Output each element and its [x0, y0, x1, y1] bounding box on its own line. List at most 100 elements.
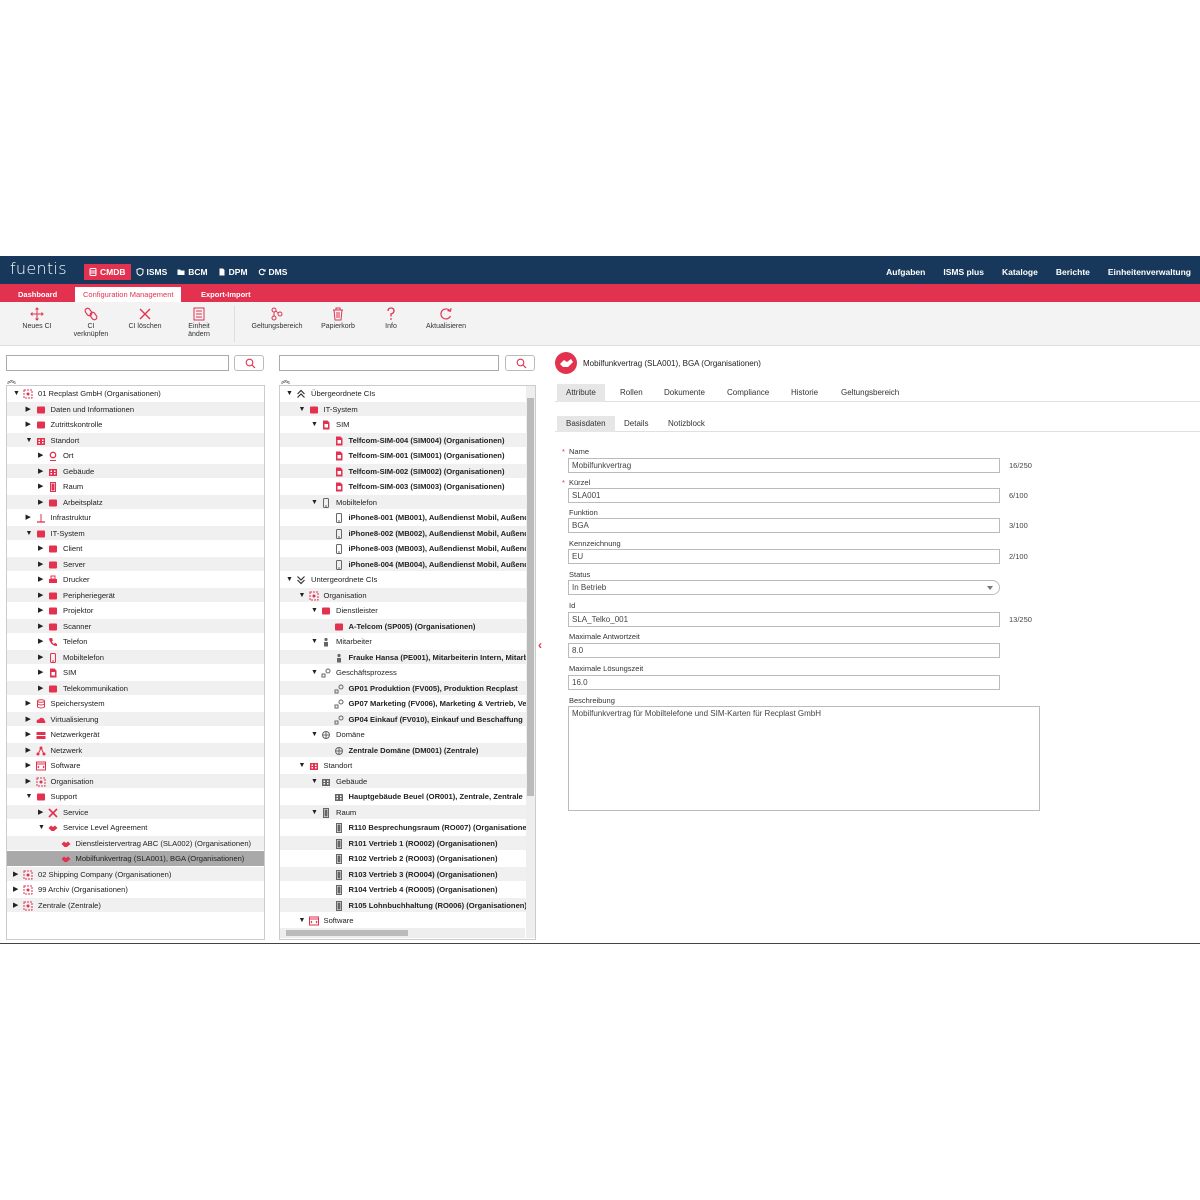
tab-historie[interactable]: Historie — [782, 384, 827, 402]
tree-row[interactable]: GP04 Einkauf (FV010), Einkauf und Bescha… — [280, 711, 535, 727]
tree-row[interactable]: ▶ Scanner — [7, 618, 264, 634]
tree-row[interactable]: ▼ Standort — [280, 758, 535, 774]
tree-row[interactable]: ▶ Netzwerk — [7, 742, 264, 758]
expand-arrow-icon[interactable]: ▼ — [311, 774, 318, 789]
tree-row[interactable]: ▼ Support — [7, 789, 264, 805]
tree-row[interactable]: iPhone8-004 (MB004), Außendienst Mobil, … — [280, 556, 535, 572]
status-select[interactable]: In Betrieb — [568, 580, 1000, 595]
tree-row[interactable]: ▶ Telefon — [7, 634, 264, 650]
middle-tree-horizontal-scrollbar[interactable] — [280, 928, 525, 938]
expand-arrow-icon[interactable]: ▼ — [26, 526, 33, 541]
tree-row[interactable]: ▶ Peripheriegerät — [7, 587, 264, 603]
id-field[interactable]: SLA_Telko_001 — [568, 612, 1000, 627]
collapse-arrow-icon[interactable]: ▶ — [38, 603, 43, 618]
module-dms[interactable]: DMS — [253, 264, 293, 280]
subtab-basisdaten[interactable]: Basisdaten — [557, 416, 615, 432]
expand-arrow-icon[interactable]: ▼ — [38, 820, 45, 835]
tab-dashboard[interactable]: Dashboard — [10, 287, 65, 302]
expand-arrow-icon[interactable]: ▼ — [311, 634, 318, 649]
tree-row[interactable]: GP01 Produktion (FV005), Produktion Recp… — [280, 680, 535, 696]
expand-arrow-icon[interactable]: ▼ — [311, 805, 318, 820]
tree-row[interactable]: ▶ SIM — [7, 665, 264, 681]
tree-row[interactable]: Telfcom-SIM-004 (SIM004) (Organisationen… — [280, 432, 535, 448]
tree-row[interactable]: ▶ Zentrale (Zentrale) — [7, 897, 264, 913]
tree-row[interactable]: iPhone8-003 (MB003), Außendienst Mobil, … — [280, 541, 535, 557]
collapse-arrow-icon[interactable]: ▶ — [13, 882, 18, 897]
expand-arrow-icon[interactable]: ▼ — [311, 603, 318, 618]
expand-arrow-icon[interactable]: ▼ — [311, 665, 318, 680]
collapse-arrow-icon[interactable]: ▶ — [38, 464, 43, 479]
module-dpm[interactable]: DPM — [213, 264, 253, 280]
collapse-arrow-icon[interactable]: ▶ — [38, 665, 43, 680]
collapse-arrow-icon[interactable]: ▶ — [26, 402, 31, 417]
tree-row[interactable]: GP07 Marketing (FV006), Marketing & Vert… — [280, 696, 535, 712]
expand-arrow-icon[interactable]: ▼ — [26, 789, 33, 804]
tree-row[interactable]: ▶ Telekommunikation — [7, 680, 264, 696]
expand-arrow-icon[interactable]: ▼ — [299, 758, 306, 773]
subtab-notizblock[interactable]: Notizblock — [659, 416, 714, 432]
tree-row[interactable]: Zentrale Domäne (DM001) (Zentrale) — [280, 742, 535, 758]
tree-row[interactable]: ▶ Service — [7, 804, 264, 820]
tree-row[interactable]: R105 Lohnbuchhaltung (RO006) (Organisati… — [280, 897, 535, 913]
expand-arrow-icon[interactable]: ▼ — [311, 417, 318, 432]
tree-row[interactable]: ▼ SIM — [280, 417, 535, 433]
collapse-arrow-icon[interactable]: ▶ — [13, 867, 18, 882]
collapse-arrow-icon[interactable]: ▶ — [38, 650, 43, 665]
middle-tree-search-input[interactable] — [279, 355, 499, 371]
expand-arrow-icon[interactable]: ▼ — [13, 386, 20, 401]
tree-row[interactable]: ▶ Speichersystem — [7, 696, 264, 712]
subtab-details[interactable]: Details — [615, 416, 657, 432]
scope-button[interactable]: Geltungsbereich — [248, 307, 306, 331]
collapse-arrow-icon[interactable]: ▶ — [38, 479, 43, 494]
tree-row[interactable]: ▶ Virtualisierung — [7, 711, 264, 727]
collapse-arrow-icon[interactable]: ▶ — [26, 774, 31, 789]
collapse-arrow-icon[interactable]: ▶ — [26, 743, 31, 758]
scrollbar-thumb[interactable] — [527, 398, 534, 796]
tree-row[interactable]: R101 Vertrieb 1 (RO002) (Organisationen) — [280, 835, 535, 851]
kuerzel-field[interactable]: SLA001 — [568, 488, 1000, 503]
tree-row[interactable]: Hauptgebäude Beuel (OR001), Zentrale, Ze… — [280, 789, 535, 805]
tree-row[interactable]: R103 Vertrieb 3 (RO004) (Organisationen) — [280, 866, 535, 882]
collapse-arrow-icon[interactable]: ▶ — [26, 712, 31, 727]
info-button[interactable]: Info — [380, 307, 402, 331]
menu-berichte[interactable]: Berichte — [1056, 267, 1090, 277]
tree-row[interactable]: R102 Vertrieb 2 (RO003) (Organisationen) — [280, 851, 535, 867]
collapse-arrow-icon[interactable]: ▶ — [38, 619, 43, 634]
tree-row[interactable]: ▶ 99 Archiv (Organisationen) — [7, 882, 264, 898]
tree-row[interactable]: Telfcom-SIM-001 (SIM001) (Organisationen… — [280, 448, 535, 464]
tree-row[interactable]: ▼ Übergeordnete CIs — [280, 386, 535, 402]
tree-row[interactable]: ▼ Software — [280, 913, 535, 929]
collapse-arrow-icon[interactable]: ▶ — [26, 727, 31, 742]
menu-aufgaben[interactable]: Aufgaben — [886, 267, 925, 277]
collapse-arrow-icon[interactable]: ▶ — [38, 681, 43, 696]
tree-row[interactable]: Mobilfunkvertrag (SLA001), BGA (Organisa… — [7, 851, 264, 867]
module-bcm[interactable]: BCM — [172, 264, 212, 280]
tree-row[interactable]: ▼ Organisation — [280, 587, 535, 603]
tree-row[interactable]: ▶ 02 Shipping Company (Organisationen) — [7, 866, 264, 882]
module-isms[interactable]: ISMS — [131, 264, 173, 280]
tab-rollen[interactable]: Rollen — [611, 384, 652, 402]
tree-row[interactable]: ▼ Mitarbeiter — [280, 634, 535, 650]
tree-row[interactable]: ▶ Arbeitsplatz — [7, 494, 264, 510]
tree-row[interactable]: ▶ Infrastruktur — [7, 510, 264, 526]
menu-isms-plus[interactable]: ISMS plus — [943, 267, 984, 277]
expand-arrow-icon[interactable]: ▼ — [311, 495, 318, 510]
tab-export-import[interactable]: Export-Import — [193, 287, 259, 302]
tree-row[interactable]: ▶ Ort — [7, 448, 264, 464]
tree-row[interactable]: ▼ Raum — [280, 804, 535, 820]
tree-row[interactable]: ▼ IT-System — [7, 525, 264, 541]
tree-row[interactable]: Telfcom-SIM-003 (SIM003) (Organisationen… — [280, 479, 535, 495]
tree-row[interactable]: ▼ Geschäftsprozess — [280, 665, 535, 681]
tree-row[interactable]: ▶ Raum — [7, 479, 264, 495]
middle-tree-vertical-scrollbar[interactable] — [526, 386, 535, 938]
tree-row[interactable]: ▼ Untergeordnete CIs — [280, 572, 535, 588]
collapse-arrow-icon[interactable]: ▶ — [26, 510, 31, 525]
tree-row[interactable]: Dienstleistervertrag ABC (SLA002) (Organ… — [7, 835, 264, 851]
resolution-time-field[interactable]: 16.0 — [568, 675, 1000, 690]
description-textarea[interactable]: Mobilfunkvertrag für Mobiltelefone und S… — [568, 706, 1040, 811]
collapse-arrow-icon[interactable]: ▶ — [38, 448, 43, 463]
collapse-arrow-icon[interactable]: ▶ — [38, 805, 43, 820]
change-unit-button[interactable]: Einheit ändern — [181, 307, 217, 339]
menu-einheitenverwaltung[interactable]: Einheitenverwaltung — [1108, 267, 1191, 277]
expand-arrow-icon[interactable]: ▼ — [286, 386, 293, 401]
